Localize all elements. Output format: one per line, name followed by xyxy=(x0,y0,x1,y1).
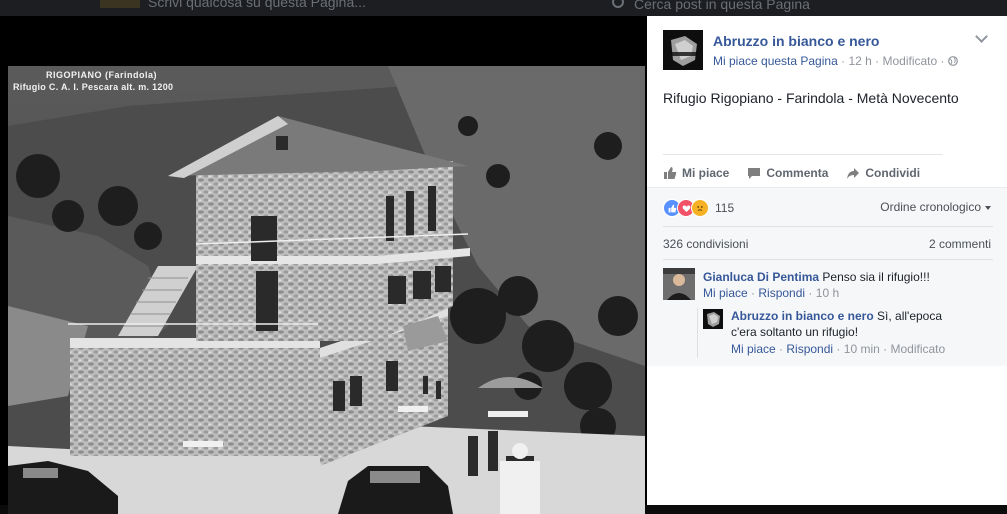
abruzzo-map-logo-icon xyxy=(663,30,703,70)
abruzzo-map-logo-icon xyxy=(703,309,723,329)
divider xyxy=(663,226,993,227)
reply-like-link[interactable]: Mi piace xyxy=(731,342,776,356)
post-text: Rifugio Rigopiano - Farindola - Metà Nov… xyxy=(663,90,959,106)
meta-separator: · xyxy=(940,54,948,68)
comment-like-link[interactable]: Mi piace xyxy=(703,286,748,300)
reply-time[interactable]: 10 min xyxy=(844,342,880,356)
reply-reply-link[interactable]: Rispondi xyxy=(786,342,833,356)
comment-author[interactable]: Gianluca Di Pentima xyxy=(703,270,819,284)
reply-author[interactable]: Abruzzo in bianco e nero xyxy=(731,309,874,323)
comment-actions: Mi piace · Rispondi · 10 h xyxy=(703,286,839,300)
search-icon xyxy=(612,0,624,8)
comment-button[interactable]: Commenta xyxy=(747,164,828,182)
post-meta: Mi piace questa Pagina · 12 h · Modifica… xyxy=(713,54,958,68)
comment-avatar[interactable] xyxy=(663,268,695,300)
share-button[interactable]: Condividi xyxy=(846,164,920,182)
avatar xyxy=(663,268,695,300)
like-button[interactable]: Mi piace xyxy=(663,164,729,182)
reactions-summary[interactable]: 115 xyxy=(663,199,734,217)
page-thumbnail xyxy=(100,0,140,8)
photo-viewer: RIGOPIANO (Farindola) Rifugio C. A. I. P… xyxy=(0,16,647,514)
comment-icon xyxy=(748,168,761,179)
post-actions: Mi piace Commenta Condividi xyxy=(663,164,920,182)
like-button-label: Mi piace xyxy=(682,166,730,180)
share-arrow-icon xyxy=(847,168,860,179)
divider xyxy=(663,154,943,155)
comment-order-dropdown[interactable]: Ordine cronologico xyxy=(880,200,991,214)
sad-reaction-icon xyxy=(691,199,709,217)
reactions-count[interactable]: 115 xyxy=(715,201,734,215)
composer-placeholder[interactable]: Scrivi qualcosa su questa Pagina... xyxy=(148,0,366,10)
page-search-input[interactable]: Cerca post in questa Pagina xyxy=(634,0,810,12)
shares-count[interactable]: 326 condivisioni xyxy=(663,237,748,251)
comment-time[interactable]: 10 h xyxy=(816,286,839,300)
comment-reply-link[interactable]: Rispondi xyxy=(758,286,805,300)
page-avatar[interactable] xyxy=(663,30,703,70)
post-edited[interactable]: Modificato xyxy=(882,54,937,68)
like-page-link[interactable]: Mi piace questa Pagina xyxy=(713,54,838,68)
thumbs-up-icon xyxy=(664,167,677,179)
post-options-chevron-icon[interactable] xyxy=(975,30,988,43)
reply-thread-line xyxy=(697,308,698,358)
comment-body: Gianluca Di Pentima Penso sia il rifugio… xyxy=(703,269,993,285)
reply-actions: Mi piace · Rispondi · 10 min · Modificat… xyxy=(731,342,945,356)
reply-body: Abruzzo in bianco e nero Sì, all'epoca c… xyxy=(731,308,961,340)
top-bar: Scrivi qualcosa su questa Pagina... Cerc… xyxy=(0,0,1007,16)
post-time[interactable]: 12 h xyxy=(848,54,871,68)
photo-caption-title: RIGOPIANO (Farindola) xyxy=(46,70,158,80)
comment-actions-separator: · xyxy=(808,286,816,300)
divider xyxy=(663,259,993,260)
photo-image xyxy=(8,66,645,514)
globe-icon xyxy=(947,56,958,66)
photo-caption-subtitle: Rifugio C. A. I. Pescara alt. m. 1200 xyxy=(13,82,174,92)
share-button-label: Condividi xyxy=(865,166,921,180)
feedback-area: 115 Ordine cronologico 326 condivisioni … xyxy=(647,187,1007,366)
post-panel: Abruzzo in bianco e nero Mi piace questa… xyxy=(647,16,1007,505)
comment-text: Penso sia il rifugio!!! xyxy=(822,270,930,284)
post-photo[interactable]: RIGOPIANO (Farindola) Rifugio C. A. I. P… xyxy=(8,66,645,514)
comment-actions-separator: · xyxy=(836,342,844,356)
post-page-name[interactable]: Abruzzo in bianco e nero xyxy=(713,33,879,49)
reply-edited[interactable]: Modificato xyxy=(890,342,945,356)
reply-avatar[interactable] xyxy=(703,309,723,329)
comments-count[interactable]: 2 commenti xyxy=(929,237,991,251)
comment-button-label: Commenta xyxy=(766,166,829,180)
